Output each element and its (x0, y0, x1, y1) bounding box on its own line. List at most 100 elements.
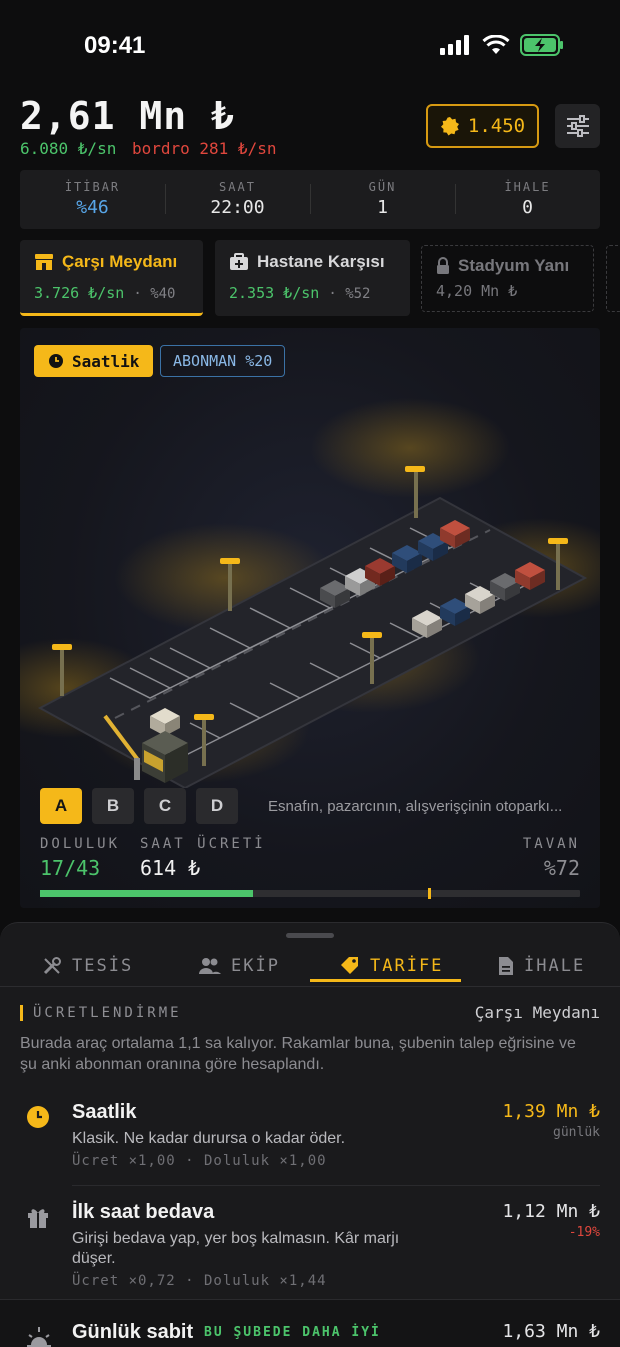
status-icons (440, 34, 564, 56)
zone-button-c[interactable]: C (144, 788, 186, 824)
clock-icon (49, 354, 63, 368)
tariff-option-daily-fixed[interactable]: Günlük sabit BU ŞUBEDE DAHA İYİ 1,63 Mn … (0, 1321, 620, 1347)
tab-label: TESİS (72, 956, 134, 976)
location-share: · %52 (328, 286, 371, 302)
balance-amount: 2,61 Mn ₺ (20, 94, 235, 138)
stat-label: İHALE (504, 180, 551, 194)
stat-tender: İHALE 0 (455, 170, 600, 229)
option-multipliers: Ücret ×0,72 · Doluluk ×1,44 (72, 1273, 327, 1289)
tab-tariff[interactable]: TARİFE (340, 949, 443, 983)
metric-occupancy: DOLULUK 17/43 (40, 836, 120, 880)
tab-tender[interactable]: İHALE (498, 949, 585, 983)
wifi-icon (482, 35, 510, 54)
metric-hourly-fee: SAAT ÜCRETİ 614 ₺ (140, 836, 266, 880)
document-icon (499, 957, 513, 975)
location-tab-carsi[interactable]: Çarşı Meydanı 3.726 ₺/sn · %40 (20, 240, 203, 316)
users-icon (199, 958, 221, 974)
section-description: Burada araç ortalama 1,1 sa kalıyor. Rak… (20, 1035, 576, 1073)
tab-label: EKİP (231, 956, 280, 976)
section-header: ÜCRETLENDİRME (20, 1005, 182, 1021)
battery-charging-icon (520, 34, 563, 56)
tab-facility[interactable]: TESİS (42, 949, 133, 983)
option-price: 1,12 Mn ₺ (502, 1201, 600, 1222)
location-name: Stadyum Yanı (458, 256, 570, 275)
settings-button[interactable] (555, 104, 600, 148)
option-recommended-badge: BU ŞUBEDE DAHA İYİ (204, 1325, 381, 1340)
option-multipliers: Ücret ×1,00 · Doluluk ×1,00 (72, 1153, 327, 1169)
stat-label: İTİBAR (64, 180, 121, 194)
cap-marker (427, 888, 431, 899)
lock-icon (437, 257, 449, 274)
shop-icon (35, 254, 53, 270)
location-name: Çarşı Meydanı (62, 252, 178, 271)
tabs-divider (0, 986, 620, 987)
tab-label: İHALE (524, 956, 586, 976)
parking-lot-scene: Saatlik ABONMAN %20 A B C D Esnafın, paz… (20, 328, 600, 908)
stat-value: %46 (76, 197, 109, 218)
tag-icon (341, 957, 358, 974)
sliders-icon (566, 115, 589, 137)
metric-value: 17/43 (40, 856, 101, 880)
coin-balance-button[interactable]: 1.450 (426, 104, 539, 148)
stat-reputation: İTİBAR %46 (20, 170, 165, 229)
status-time: 09:41 (84, 32, 146, 59)
occupancy-bar (40, 888, 580, 899)
sheet-tabs: TESİS EKİP TARİFE İHALE (0, 949, 620, 983)
tab-label: TARİFE (370, 956, 444, 976)
section-accent (20, 1005, 23, 1021)
payroll-rate: bordro 281 ₺/sn (131, 139, 277, 158)
coin-count: 1.450 (467, 115, 526, 137)
tariff-option-hourly[interactable]: Saatlik Klasik. Ne kadar durursa o kadar… (0, 1101, 620, 1171)
option-description: Klasik. Ne kadar durursa o kadar öder. (72, 1130, 346, 1147)
stat-label: SAAT (219, 180, 256, 194)
tab-team[interactable]: EKİP (199, 949, 280, 983)
parking-lot-illustration (20, 398, 600, 788)
tariff-option-first-hour-free[interactable]: İlk saat bedava Girişi bedava yap, yer b… (0, 1201, 620, 1291)
location-tab-next-locked[interactable] (606, 245, 620, 312)
zone-selector: A B C D (40, 788, 238, 824)
location-unlock-price: 4,20 Mn ₺ (436, 282, 518, 300)
tariff-pill[interactable]: Saatlik (34, 345, 154, 377)
sheet-grabber[interactable] (286, 933, 334, 938)
option-title: İlk saat bedava (72, 1201, 215, 1223)
stat-value: 22:00 (210, 197, 265, 218)
clock-icon (27, 1106, 49, 1128)
option-price: 1,39 Mn ₺ (502, 1101, 600, 1122)
medkit-icon (230, 253, 248, 270)
stat-value: 1 (377, 197, 388, 218)
bottom-sheet: TESİS EKİP TARİFE İHALE ÜCRETLENDİRME Ça… (0, 922, 620, 1347)
metric-value: 614 ₺ (140, 856, 201, 880)
tools-icon (43, 957, 61, 975)
coin-icon (440, 117, 459, 136)
zone-button-a[interactable]: A (40, 788, 82, 824)
signal-icon (440, 35, 469, 55)
option-description: Girişi bedava yap, yer boş kalmasın. Kâr… (72, 1230, 400, 1267)
occupancy-bar-fill (40, 890, 254, 897)
gift-icon (28, 1209, 48, 1228)
location-tab-hastane[interactable]: Hastane Karşısı 2.353 ₺/sn · %52 (215, 240, 410, 316)
subscription-pill[interactable]: ABONMAN %20 (160, 345, 286, 377)
location-rate: 2.353 ₺/sn (229, 284, 320, 302)
metric-label: TAVAN (522, 836, 580, 852)
stat-label: GÜN (368, 180, 397, 194)
rates-line: 6.080 ₺/sn bordro 281 ₺/sn (20, 139, 276, 158)
active-tab-indicator (310, 979, 461, 982)
option-title: Günlük sabit (72, 1321, 194, 1343)
stat-day: GÜN 1 (310, 170, 455, 229)
section-location: Çarşı Meydanı (474, 1003, 600, 1022)
zone-button-b[interactable]: B (92, 788, 134, 824)
metric-label: SAAT ÜCRETİ (140, 836, 266, 852)
option-note: günlük (553, 1125, 600, 1140)
zone-description: Esnafın, pazarcının, alışverişçinin otop… (268, 798, 563, 815)
status-bar: 09:41 (0, 0, 620, 90)
option-title: Saatlik (72, 1101, 137, 1123)
metric-label: DOLULUK (40, 836, 121, 852)
stats-bar: İTİBAR %46 SAAT 22:00 GÜN 1 İHALE 0 (20, 170, 600, 229)
section-title: ÜCRETLENDİRME (33, 1005, 182, 1021)
location-tab-stadyum-locked[interactable]: Stadyum Yanı 4,20 Mn ₺ (421, 245, 594, 312)
option-note: -19% (568, 1225, 600, 1240)
income-rate: 6.080 ₺/sn (20, 139, 117, 158)
option-divider (72, 1185, 600, 1186)
location-name: Hastane Karşısı (257, 252, 385, 271)
zone-button-d[interactable]: D (196, 788, 238, 824)
